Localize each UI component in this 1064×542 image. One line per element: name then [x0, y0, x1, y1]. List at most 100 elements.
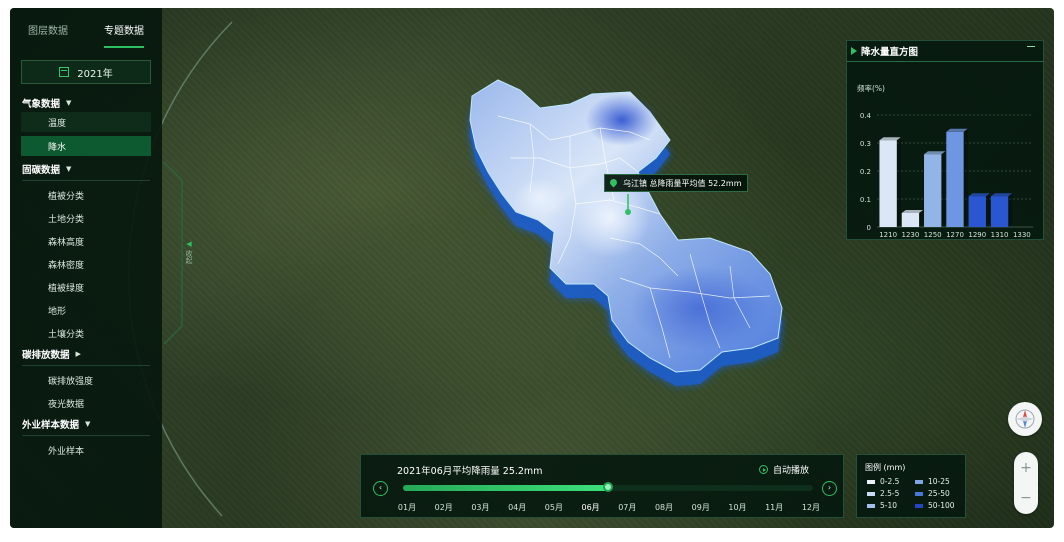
next-month-button[interactable]: ›: [822, 481, 837, 496]
month-label[interactable]: 12月: [793, 502, 829, 513]
timeline-slider[interactable]: [403, 482, 813, 492]
month-label[interactable]: 01月: [389, 502, 425, 513]
month-label[interactable]: 05月: [536, 502, 572, 513]
sidebar-item-soil-class[interactable]: 土壤分类: [10, 322, 162, 345]
y-tick-label: 0.2: [860, 168, 871, 176]
month-label[interactable]: 04月: [499, 502, 535, 513]
legend-title: 图例 (mm): [865, 463, 906, 472]
legend-label: 5-10: [880, 501, 898, 510]
high-rain-zone: [630, 266, 770, 350]
legend-item: 10-25: [915, 477, 950, 486]
legend-swatch: [867, 479, 875, 484]
x-tick-label: 1230: [902, 231, 920, 237]
histogram-bar: [924, 151, 946, 227]
tooltip-text: 乌江镇 总降雨量平均值 52.2mm: [623, 178, 742, 188]
drop-icon: [608, 177, 619, 188]
timeline-handle[interactable]: [603, 482, 613, 492]
sidebar-item-vegetation-class[interactable]: 植被分类: [10, 184, 162, 207]
year-label: 2021年: [77, 68, 113, 80]
y-tick-label: 0.1: [860, 196, 871, 204]
month-label[interactable]: 02月: [426, 502, 462, 513]
high-rain-zone: [586, 94, 658, 146]
x-tick-label: 1310: [991, 231, 1009, 237]
caret-down-icon: ▼: [85, 420, 91, 428]
compass-icon: [1015, 409, 1035, 429]
sidebar-item-field-sample[interactable]: 外业样本: [10, 439, 162, 462]
minimize-icon[interactable]: [1027, 46, 1035, 47]
panel-tabs: 图层数据 专题数据: [10, 8, 162, 48]
sidebar-item-forest-height[interactable]: 森林高度: [10, 230, 162, 253]
chevron-left-icon: ◀: [186, 240, 192, 248]
prev-month-button[interactable]: ‹: [373, 481, 388, 496]
chevron-left-icon: ‹: [378, 483, 383, 492]
legend-item: 25-50: [915, 489, 950, 498]
y-tick-label: 0: [867, 224, 871, 232]
calendar-icon: [59, 67, 70, 77]
legend-swatch: [915, 479, 923, 484]
month-label[interactable]: 07月: [609, 502, 645, 513]
section-title: 固碳数据: [22, 165, 61, 176]
collapse-toggle[interactable]: ◀ 收起: [178, 240, 200, 270]
x-tick-label: 1290: [968, 231, 986, 237]
divider: [22, 180, 150, 181]
bar-face: [968, 196, 986, 227]
bar-face: [924, 154, 942, 227]
sidebar-item-precipitation[interactable]: 降水: [21, 136, 151, 156]
legend-item: 50-100: [915, 501, 955, 510]
section-title: 碳排放数据: [22, 350, 70, 361]
bar-side: [985, 193, 990, 227]
section-field-samples[interactable]: 外业样本数据 ▼: [10, 415, 162, 433]
section-carbon-sink[interactable]: 固碳数据 ▼: [10, 160, 162, 178]
histogram-bar: [946, 128, 968, 227]
month-label[interactable]: 08月: [646, 502, 682, 513]
month-labels: 01月 02月 03月 04月 05月 06月 07月 08月 09月 10月 11月 12月: [389, 502, 829, 513]
x-tick-label: 1210: [879, 231, 897, 237]
timeline-title: 2021年06月平均降雨量 25.2mm: [397, 466, 543, 477]
bar-face: [901, 213, 920, 227]
section-emission[interactable]: 碳排放数据 ▶: [10, 345, 162, 363]
chevron-right-icon: ›: [827, 483, 832, 492]
month-label[interactable]: 11月: [756, 502, 792, 513]
bar-face: [879, 140, 897, 227]
bar-side: [1008, 193, 1013, 227]
timeline-progress: [403, 485, 608, 491]
sidebar-item-land-class[interactable]: 土地分类: [10, 207, 162, 230]
legend-swatch: [915, 491, 923, 496]
play-icon: [758, 465, 768, 474]
compass-button[interactable]: [1008, 402, 1042, 436]
sidebar-item-temperature[interactable]: 温度: [21, 112, 151, 132]
legend-item: 0-2.5: [867, 477, 899, 486]
section-weather[interactable]: 气象数据 ▼: [10, 94, 162, 112]
legend-label: 25-50: [928, 489, 950, 498]
zoom-control: + −: [1014, 452, 1038, 514]
sidebar-item-terrain[interactable]: 地形: [10, 299, 162, 322]
month-label[interactable]: 10月: [719, 502, 755, 513]
tab-thematic-data[interactable]: 专题数据: [104, 22, 144, 48]
histogram-title: 降水量直方图: [861, 47, 919, 58]
legend-swatch: [915, 503, 923, 508]
legend-item: 2.5-5: [867, 489, 899, 498]
sidebar-item-emission-intensity[interactable]: 碳排放强度: [10, 369, 162, 392]
month-label[interactable]: 06月: [573, 502, 609, 513]
bar-side: [963, 128, 968, 227]
low-rain-zone: [514, 178, 566, 218]
legend-swatch: [867, 491, 875, 496]
zoom-out-icon[interactable]: −: [1016, 488, 1036, 508]
tab-layer-data[interactable]: 图层数据: [28, 22, 68, 48]
sidebar-item-night-light[interactable]: 夜光数据: [10, 392, 162, 415]
zoom-in-icon[interactable]: +: [1016, 458, 1036, 478]
year-selector[interactable]: 2021年: [21, 60, 151, 84]
legend-label: 10-25: [928, 477, 950, 486]
autoplay-button[interactable]: 自动播放: [758, 463, 809, 476]
divider: [22, 435, 150, 436]
legend-panel: 图例 (mm) 0-2.5 10-25 2.5-5 25-50 5-10 50-100: [856, 454, 966, 518]
autoplay-label: 自动播放: [772, 466, 809, 476]
y-axis-label: 频率(%): [857, 83, 885, 93]
sidebar-item-vegetation-greenness[interactable]: 植被绿度: [10, 276, 162, 299]
sidebar-item-forest-density[interactable]: 森林密度: [10, 253, 162, 276]
legend-label: 2.5-5: [880, 489, 900, 498]
month-label[interactable]: 09月: [683, 502, 719, 513]
legend-label: 0-2.5: [880, 477, 900, 486]
map-tooltip: 乌江镇 总降雨量平均值 52.2mm: [604, 174, 749, 192]
month-label[interactable]: 03月: [462, 502, 498, 513]
